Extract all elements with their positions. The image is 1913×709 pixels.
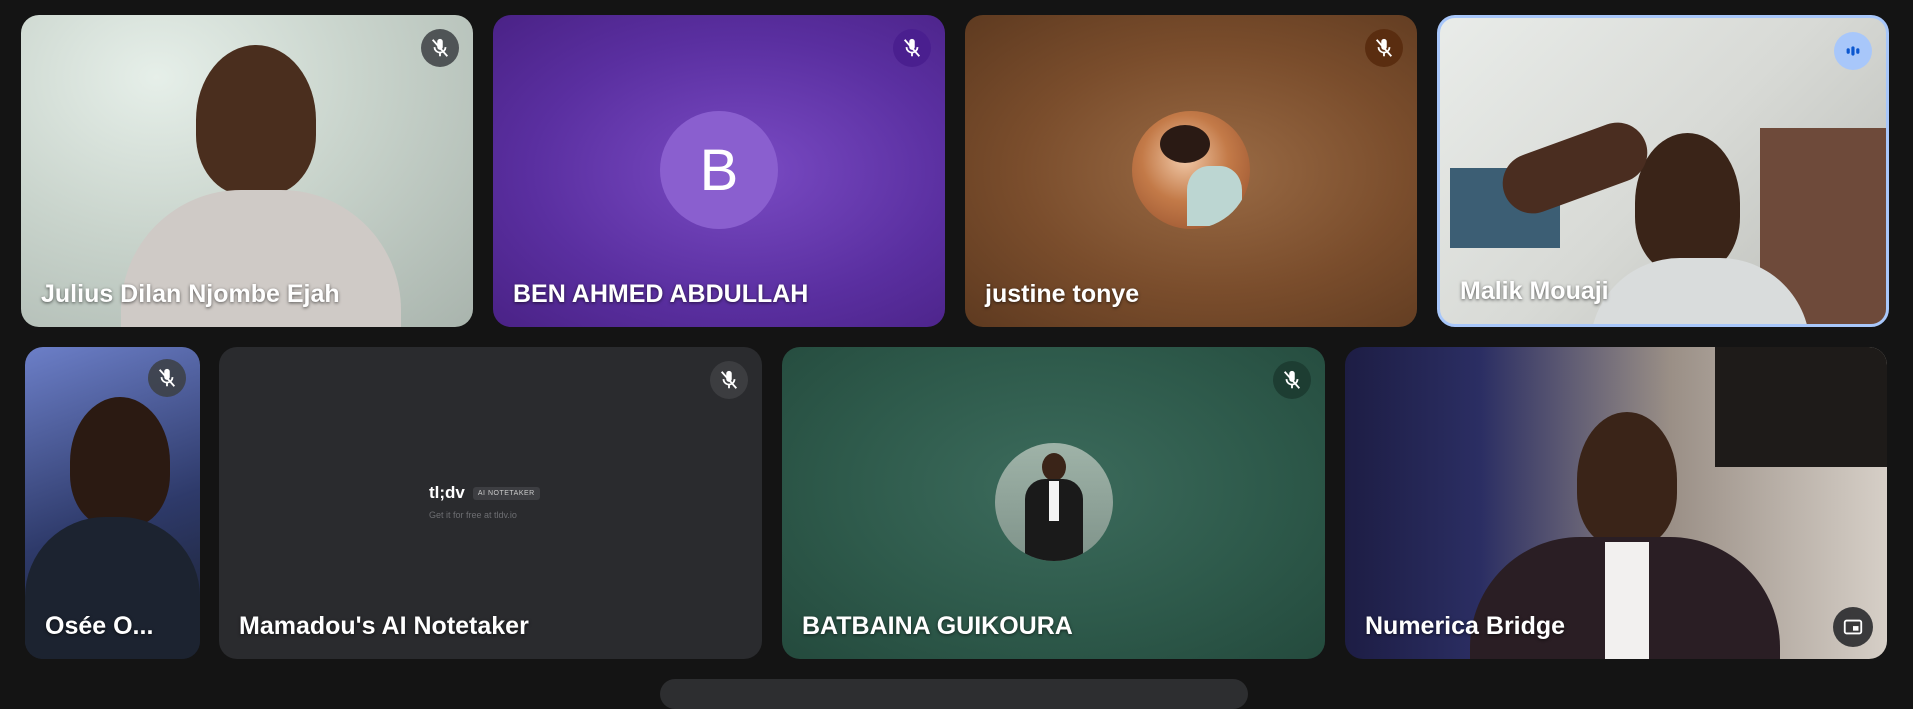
participant-tile-batbaina[interactable]: BATBAINA GUIKOURA [782,347,1325,659]
picture-in-picture-icon[interactable] [1833,607,1873,647]
participant-tile-malik[interactable]: Malik Mouaji [1437,15,1889,327]
participant-name: Osée O... [45,612,154,640]
audio-level-icon [1834,32,1872,70]
brand-label: tl;dv [429,483,465,502]
participant-tile-julius[interactable]: Julius Dilan Njombe Ejah [21,15,473,327]
avatar-initial: B [699,137,739,203]
participant-name: Mamadou's AI Notetaker [239,612,529,640]
participant-video [196,45,316,195]
mic-off-icon [148,359,186,397]
participant-tile-notetaker[interactable]: tl;dv AI NOTETAKER Get it for free at tl… [219,347,762,659]
participant-name: Numerica Bridge [1365,612,1566,640]
participant-name: BATBAINA GUIKOURA [802,612,1073,640]
participant-video [70,397,170,527]
participant-video [1577,412,1677,547]
participant-tile-ben-ahmed[interactable]: B BEN AHMED ABDULLAH [493,15,945,327]
participant-name: justine tonye [985,280,1140,308]
brand-badge: AI NOTETAKER [472,486,540,500]
notetaker-sub: Get it for free at tldv.io [429,510,517,520]
participant-video [1635,133,1740,273]
participant-name: Malik Mouaji [1460,277,1609,305]
participant-name: BEN AHMED ABDULLAH [513,280,809,308]
avatar [995,443,1113,561]
mic-off-icon [421,29,459,67]
mic-off-icon [893,29,931,67]
participant-tile-justine[interactable]: justine tonye [965,15,1417,327]
notetaker-logo: tl;dv AI NOTETAKER [429,483,540,503]
participant-tile-osee[interactable]: Osée O... [25,347,200,659]
avatar [1132,111,1250,229]
mic-off-icon [710,361,748,399]
avatar: B [660,111,778,229]
control-bar[interactable] [660,679,1248,709]
mic-off-icon [1273,361,1311,399]
participant-name: Julius Dilan Njombe Ejah [41,280,340,308]
mic-off-icon [1365,29,1403,67]
participant-tile-numerica[interactable]: Numerica Bridge [1345,347,1887,659]
